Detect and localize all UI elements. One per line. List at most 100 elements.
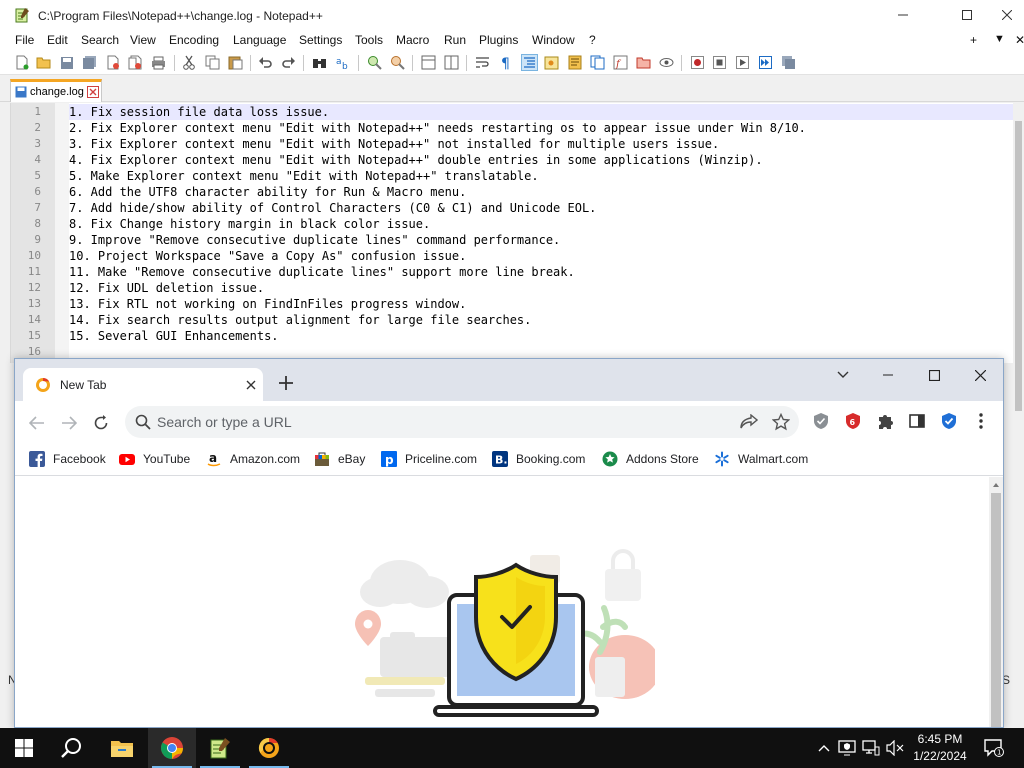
side-panel-button[interactable] <box>907 411 927 431</box>
macro-run-multiple-button[interactable] <box>757 54 774 71</box>
bookmark-ebay[interactable]: eBay <box>314 450 365 468</box>
scrollbar-thumb[interactable] <box>1015 121 1022 411</box>
redo-button[interactable] <box>280 54 297 71</box>
tab-close-icon[interactable] <box>87 86 99 98</box>
tab-list-dropdown[interactable]: ▼ <box>994 33 1005 45</box>
back-button[interactable] <box>25 411 49 435</box>
editor-vertical-scrollbar[interactable] <box>1013 103 1024 665</box>
print-button[interactable] <box>150 54 167 71</box>
page-vertical-scrollbar[interactable] <box>989 477 1003 727</box>
new-file-button[interactable] <box>13 54 30 71</box>
zoom-in-button[interactable] <box>366 54 383 71</box>
doc-list-button[interactable] <box>589 54 606 71</box>
find-button[interactable] <box>311 54 328 71</box>
menu-language[interactable]: Language <box>233 33 286 47</box>
menu-settings[interactable]: Settings <box>299 33 342 47</box>
notepadpp-titlebar[interactable]: C:\Program Files\Notepad++\change.log - … <box>0 0 1024 32</box>
menu-run[interactable]: Run <box>444 33 466 47</box>
close-document-x[interactable]: ✕ <box>1015 33 1024 47</box>
tab-close-button[interactable] <box>243 377 259 393</box>
menu-window[interactable]: Window <box>532 33 575 47</box>
cut-button[interactable] <box>180 54 197 71</box>
taskbar-chrome[interactable] <box>148 728 196 768</box>
sync-horizontal-button[interactable] <box>443 54 460 71</box>
extension-blue-shield-button[interactable] <box>939 411 959 431</box>
menu-view[interactable]: View <box>130 33 156 47</box>
bookmark-facebook[interactable]: Facebook <box>29 450 106 468</box>
menu-help[interactable]: ? <box>589 33 596 47</box>
bookmark-star-button[interactable] <box>771 412 791 432</box>
menu-plugins[interactable]: Plugins <box>479 33 518 47</box>
macro-stop-button[interactable] <box>711 54 728 71</box>
menu-encoding[interactable]: Encoding <box>169 33 219 47</box>
taskbar-notepadpp[interactable] <box>196 728 244 768</box>
menu-tools[interactable]: Tools <box>355 33 383 47</box>
monitoring-button[interactable] <box>658 54 675 71</box>
sync-vertical-button[interactable] <box>420 54 437 71</box>
show-hidden-icons-button[interactable] <box>814 738 834 758</box>
indent-guide-button[interactable] <box>521 54 538 71</box>
close-button[interactable] <box>990 0 1024 30</box>
copy-button[interactable] <box>204 54 221 71</box>
user-defined-dialog-button[interactable] <box>543 54 560 71</box>
paste-button[interactable] <box>227 54 244 71</box>
save-button[interactable] <box>58 54 75 71</box>
word-wrap-button[interactable] <box>474 54 491 71</box>
menu-file[interactable]: File <box>15 33 34 47</box>
open-file-button[interactable] <box>35 54 52 71</box>
bookmark-priceline[interactable]: p Priceline.com <box>381 450 477 468</box>
extension-shield-gray-button[interactable] <box>811 411 831 431</box>
scrollbar-thumb[interactable] <box>991 493 1001 727</box>
action-center-button[interactable]: 1 <box>982 738 1006 758</box>
save-all-button[interactable] <box>81 54 98 71</box>
forward-button[interactable] <box>57 411 81 435</box>
tray-volume-icon[interactable] <box>885 738 905 758</box>
folder-workspace-button[interactable] <box>635 54 652 71</box>
text-editor[interactable]: 1 1. Fix session file data loss issue. 22… <box>10 103 1013 363</box>
reload-button[interactable] <box>89 411 113 435</box>
macro-record-button[interactable] <box>689 54 706 71</box>
share-button[interactable] <box>739 412 759 432</box>
menu-search[interactable]: Search <box>81 33 119 47</box>
browser-tab[interactable]: New Tab <box>23 368 263 402</box>
taskbar-file-explorer[interactable] <box>98 728 146 768</box>
address-bar[interactable] <box>125 406 799 438</box>
taskbar-clock[interactable]: 6:45 PM 1/22/2024 <box>908 731 972 765</box>
doc-map-button[interactable] <box>566 54 583 71</box>
macro-play-button[interactable] <box>734 54 751 71</box>
tab-search-button[interactable] <box>823 363 863 387</box>
document-tab[interactable]: change.log <box>10 79 102 102</box>
extension-adblock-button[interactable]: 6 <box>843 411 863 431</box>
chrome-titlebar[interactable]: New Tab <box>15 359 1003 402</box>
chrome-close-button[interactable] <box>960 363 1000 387</box>
maximize-button[interactable] <box>944 0 990 30</box>
chrome-maximize-button[interactable] <box>914 363 954 387</box>
new-tab-button[interactable] <box>276 373 296 393</box>
tray-network-icon[interactable] <box>861 738 881 758</box>
bookmark-booking[interactable]: B. Booking.com <box>492 450 585 468</box>
bookmark-addons-store[interactable]: Addons Store <box>602 450 699 468</box>
new-tab-plus[interactable]: + <box>970 33 977 47</box>
bookmark-amazon[interactable]: a Amazon.com <box>206 450 300 468</box>
taskbar-browser-app[interactable] <box>245 728 293 768</box>
start-button[interactable] <box>0 728 48 768</box>
chrome-menu-button[interactable] <box>971 411 991 431</box>
bookmark-youtube[interactable]: YouTube <box>119 450 190 468</box>
menu-edit[interactable]: Edit <box>47 33 68 47</box>
bookmark-walmart[interactable]: Walmart.com <box>714 450 808 468</box>
macro-save-button[interactable] <box>780 54 797 71</box>
extensions-button[interactable] <box>875 411 895 431</box>
zoom-out-button[interactable] <box>389 54 406 71</box>
show-all-chars-button[interactable]: ¶ <box>497 54 514 71</box>
close-file-button[interactable] <box>104 54 121 71</box>
scroll-up-arrow-icon[interactable] <box>992 481 1000 489</box>
address-input[interactable] <box>157 412 717 432</box>
minimize-button[interactable] <box>880 0 926 30</box>
chrome-minimize-button[interactable] <box>868 363 908 387</box>
menu-macro[interactable]: Macro <box>396 33 429 47</box>
undo-button[interactable] <box>257 54 274 71</box>
tray-security-icon[interactable] <box>837 738 857 758</box>
function-list-button[interactable]: f <box>612 54 629 71</box>
taskbar-search-button[interactable] <box>48 728 96 768</box>
replace-button[interactable]: ab <box>334 54 351 71</box>
